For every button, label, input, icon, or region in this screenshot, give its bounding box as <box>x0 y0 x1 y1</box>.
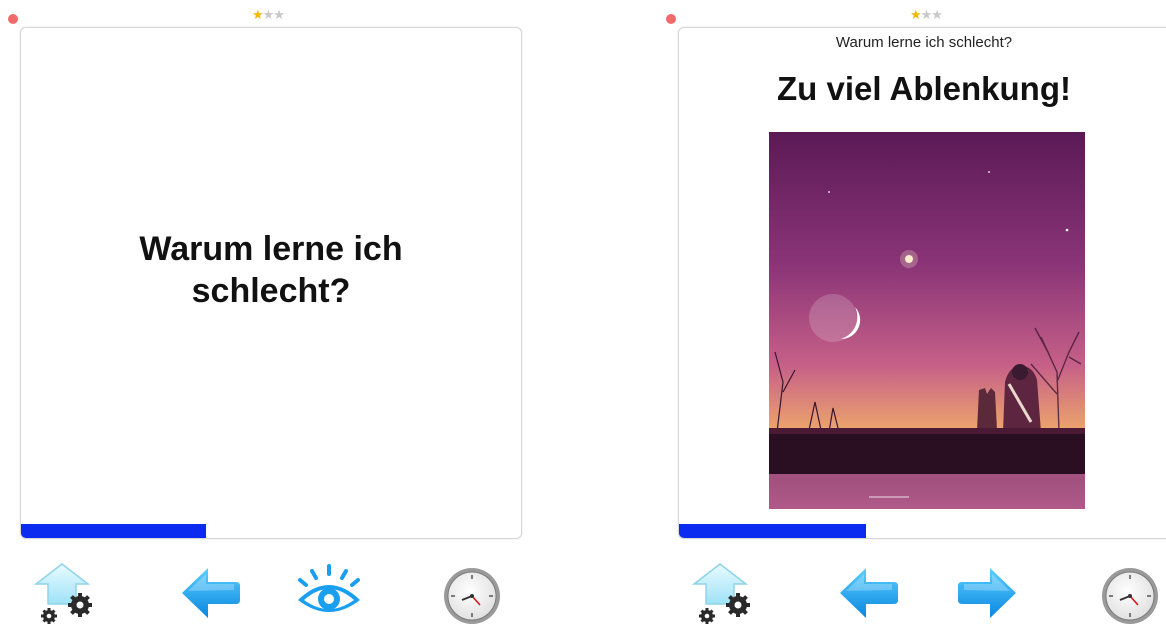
arrow-left-icon <box>840 568 898 618</box>
question-screen: ★★★ Warum lerne ich schlecht? <box>0 0 540 627</box>
previous-card-button[interactable] <box>176 560 246 626</box>
upload-gear-icon <box>691 563 750 624</box>
reveal-answer-button[interactable] <box>294 560 364 626</box>
difficulty-rating[interactable]: ★★★ <box>252 7 285 23</box>
next-card-button[interactable] <box>952 560 1022 626</box>
timer-button[interactable] <box>438 560 508 626</box>
card-question: Warum lerne ich schlecht? <box>835 34 1013 51</box>
card-answer: Zu viel Ablenkung! <box>777 70 1071 107</box>
star-empty-icon: ★★ <box>920 7 943 22</box>
flashcard[interactable]: Warum lerne ich schlecht? Zu viel Ablenk… <box>678 27 1166 539</box>
star-filled-icon: ★ <box>252 7 264 22</box>
clock-icon <box>1102 568 1158 624</box>
answer-screen: ★★★ Warum lerne ich schlecht? Zu viel Ab… <box>658 0 1166 627</box>
progress-fill <box>21 524 206 538</box>
eye-icon <box>298 564 360 612</box>
clock-icon <box>444 568 500 624</box>
previous-card-button[interactable] <box>834 560 904 626</box>
arrow-left-icon <box>182 568 240 618</box>
progress-fill <box>679 524 867 538</box>
upload-settings-button[interactable] <box>32 560 102 626</box>
record-indicator-icon <box>666 14 676 24</box>
upload-settings-button[interactable] <box>690 560 760 626</box>
flashcard[interactable]: Warum lerne ich schlecht? <box>20 27 522 539</box>
arrow-right-icon <box>958 568 1016 618</box>
card-question: Warum lerne ich schlecht? <box>139 230 403 310</box>
progress-bar <box>679 524 1166 538</box>
timer-button[interactable] <box>1096 560 1166 626</box>
difficulty-rating[interactable]: ★★★ <box>910 7 943 23</box>
upload-gear-icon <box>33 563 92 624</box>
star-filled-icon: ★ <box>910 7 922 22</box>
answer-illustration <box>769 132 1085 509</box>
star-empty-icon: ★★ <box>262 7 285 22</box>
progress-bar <box>21 524 521 538</box>
record-indicator-icon <box>8 14 18 24</box>
